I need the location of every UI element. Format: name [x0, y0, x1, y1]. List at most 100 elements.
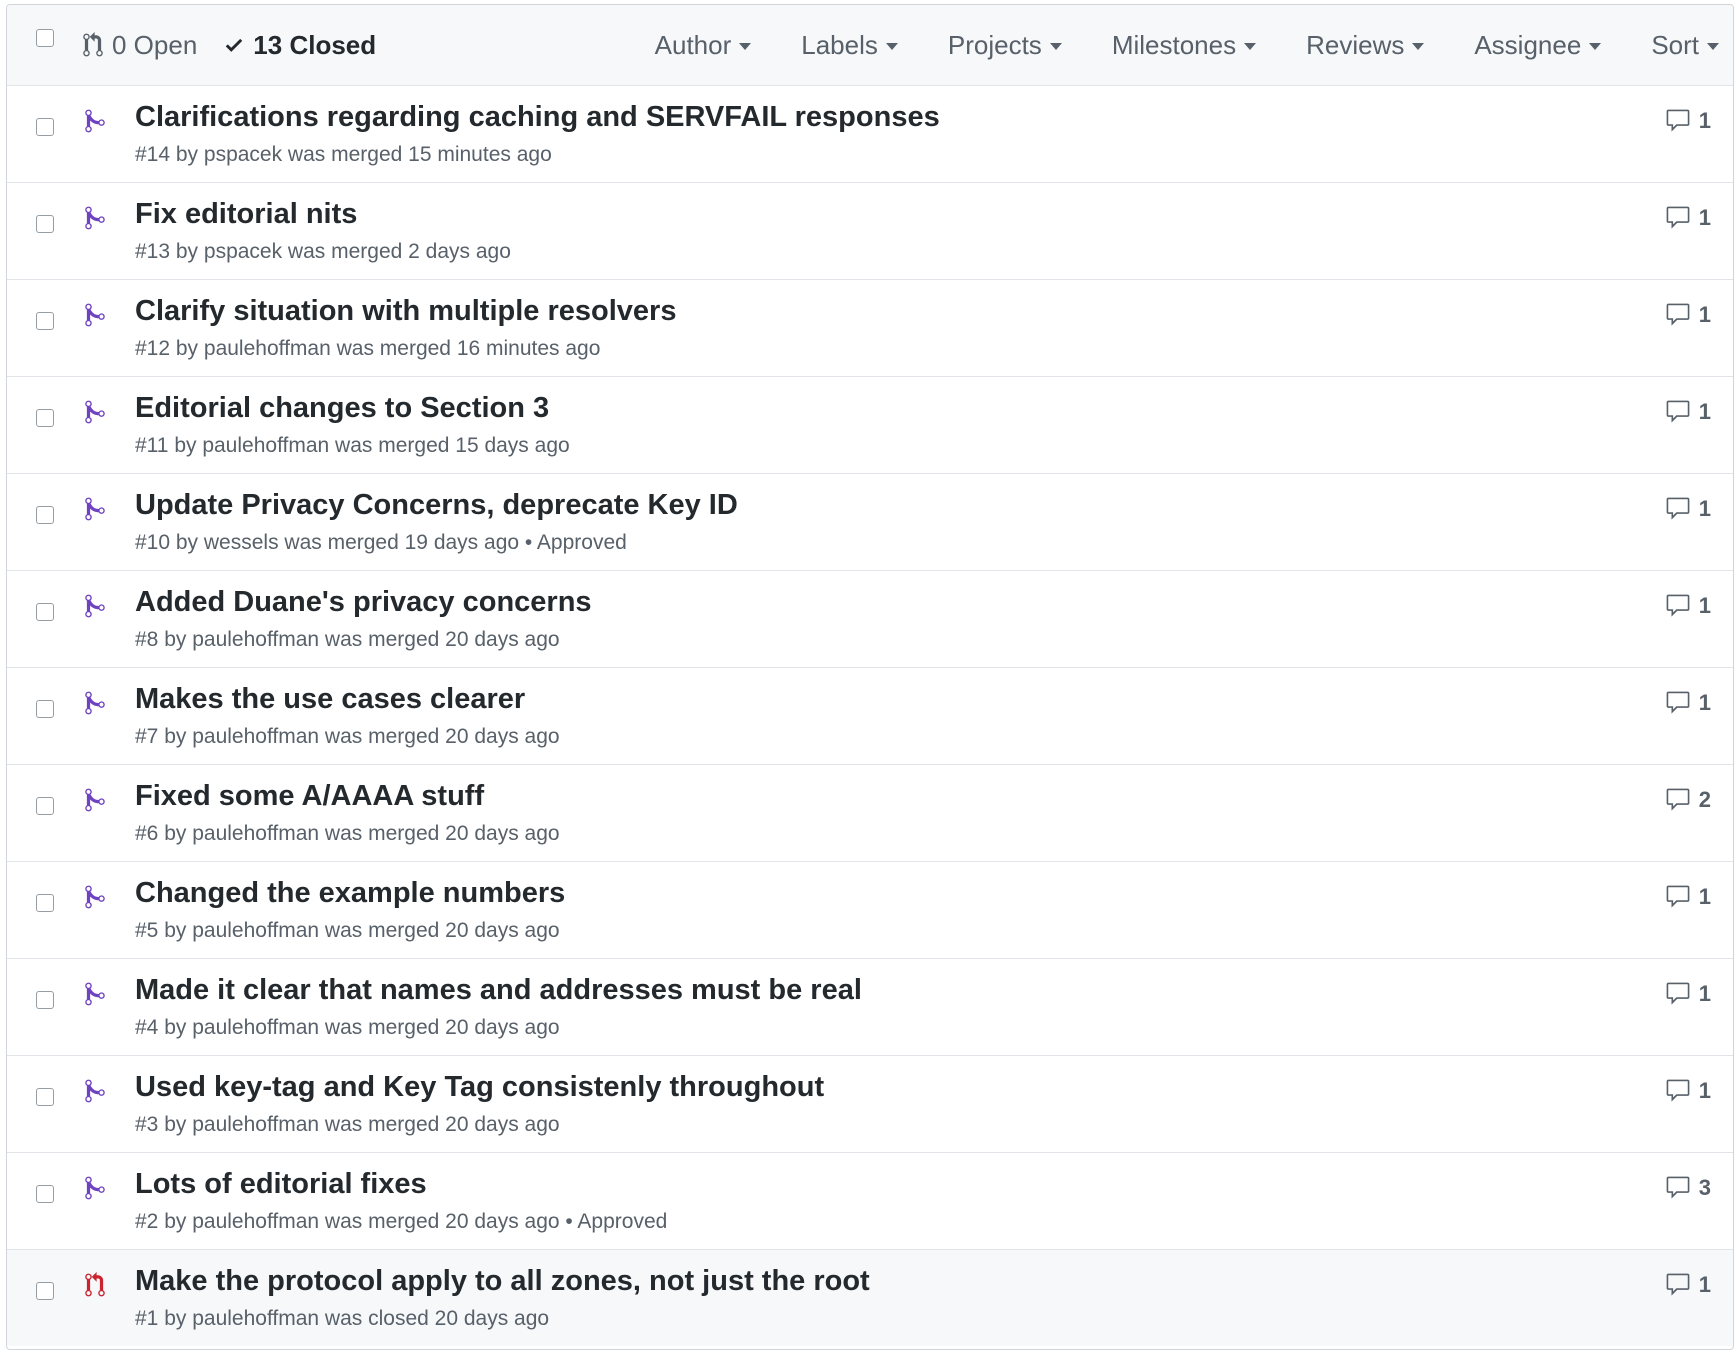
pull-request-title-link[interactable]: Clarify situation with multiple resolver… — [135, 295, 676, 328]
milestones-filter[interactable]: Milestones — [1111, 29, 1257, 61]
comment-count: 1 — [1698, 981, 1711, 1006]
comment-icon — [1666, 594, 1690, 617]
row-checkbox[interactable] — [36, 506, 54, 524]
caret-down-icon — [1049, 43, 1062, 50]
pull-request-row: Makes the use cases clearer #7 by pauleho… — [7, 667, 1733, 764]
comment-count-link[interactable]: 1 — [1665, 496, 1711, 522]
comment-icon — [1666, 400, 1690, 423]
comment-count: 2 — [1698, 787, 1711, 812]
caret-down-icon — [1589, 43, 1602, 50]
labels-filter-label: Labels — [801, 29, 878, 60]
labels-filter[interactable]: Labels — [801, 30, 898, 61]
pull-request-title-link[interactable]: Clarifications regarding caching and SER… — [135, 101, 940, 134]
caret-down-icon — [739, 43, 752, 50]
comment-count-link[interactable]: 1 — [1665, 1272, 1711, 1298]
row-checkbox[interactable] — [36, 215, 54, 233]
merged-icon — [85, 691, 105, 715]
comment-count-link[interactable]: 1 — [1665, 690, 1711, 716]
comment-count-link[interactable]: 1 — [1665, 981, 1711, 1007]
comment-count-link[interactable]: 1 — [1665, 108, 1711, 134]
list-header: 0 Open 13 Closed Author Labels Projects … — [7, 5, 1733, 86]
merged-icon — [85, 497, 105, 521]
comment-count-link[interactable]: 1 — [1665, 302, 1711, 328]
pull-request-title-link[interactable]: Changed the example numbers — [135, 877, 565, 910]
pull-request-row: Clarify situation with multiple resolver… — [7, 279, 1733, 376]
comment-count-link[interactable]: 1 — [1665, 1078, 1711, 1104]
pull-request-title-link[interactable]: Make the protocol apply to all zones, no… — [135, 1265, 870, 1298]
comment-icon — [1666, 109, 1690, 132]
sort-filter-label: Sort — [1651, 29, 1699, 60]
comment-icon — [1666, 788, 1690, 811]
pull-request-meta: #1 by paulehoffman was closed 20 days ag… — [135, 1307, 550, 1330]
pull-request-row: Made it clear that names and addresses m… — [7, 958, 1733, 1055]
assignee-filter-label: Assignee — [1474, 29, 1582, 60]
comment-count-link[interactable]: 3 — [1665, 1175, 1711, 1201]
pull-request-meta: #4 by paulehoffman was merged 20 days ag… — [135, 1016, 560, 1039]
pull-request-title-link[interactable]: Fix editorial nits — [135, 198, 357, 231]
merged-icon — [85, 400, 105, 424]
pull-request-row: Changed the example numbers #5 by pauleho… — [7, 861, 1733, 958]
comment-count-link[interactable]: 1 — [1665, 399, 1711, 425]
caret-down-icon — [885, 43, 898, 50]
merged-icon — [85, 788, 105, 812]
row-checkbox[interactable] — [36, 700, 54, 718]
pull-request-meta: #8 by paulehoffman was merged 20 days ag… — [135, 628, 560, 651]
milestones-filter-label: Milestones — [1111, 29, 1237, 60]
pull-request-title-link[interactable]: Used key-tag and Key Tag consistenly thr… — [135, 1071, 824, 1104]
pull-request-title-link[interactable]: Fixed some A/AAAA stuff — [135, 780, 484, 813]
comment-count: 1 — [1698, 496, 1711, 521]
pull-request-title-link[interactable]: Made it clear that names and addresses m… — [135, 974, 862, 1007]
pull-request-title-link[interactable]: Lots of editorial fixes — [135, 1168, 427, 1201]
pull-request-row: Lots of editorial fixes #2 by paulehoffma… — [7, 1152, 1733, 1249]
author-filter[interactable]: Author — [655, 30, 752, 61]
row-checkbox[interactable] — [36, 603, 54, 621]
select-all-checkbox[interactable] — [36, 29, 54, 47]
row-checkbox[interactable] — [36, 991, 54, 1009]
pull-request-meta: #10 by wessels was merged 19 days ago • … — [135, 531, 627, 554]
filter-bar: Author Labels Projects Milestones Review… — [605, 5, 1719, 85]
projects-filter[interactable]: Projects — [948, 30, 1062, 61]
pull-request-title-link[interactable]: Makes the use cases clearer — [135, 683, 525, 716]
comment-icon — [1666, 1273, 1690, 1296]
row-checkbox[interactable] — [36, 118, 54, 136]
comment-count-link[interactable]: 1 — [1665, 593, 1711, 619]
comment-count: 1 — [1698, 399, 1711, 424]
merged-icon — [85, 1079, 105, 1103]
row-checkbox[interactable] — [36, 797, 54, 815]
comment-icon — [1666, 303, 1690, 326]
row-checkbox[interactable] — [36, 894, 54, 912]
caret-down-icon — [1412, 43, 1425, 50]
comment-icon — [1666, 206, 1690, 229]
comment-icon — [1666, 1176, 1690, 1199]
merged-icon — [85, 109, 105, 133]
comment-count-link[interactable]: 1 — [1665, 884, 1711, 910]
pull-request-title-link[interactable]: Editorial changes to Section 3 — [135, 392, 549, 425]
pull-request-meta: #3 by paulehoffman was merged 20 days ag… — [135, 1113, 560, 1136]
pull-request-row: Editorial changes to Section 3 #11 by pau… — [7, 376, 1733, 473]
row-checkbox[interactable] — [36, 1185, 54, 1203]
comment-count: 1 — [1698, 593, 1711, 618]
row-checkbox[interactable] — [36, 1282, 54, 1300]
comment-count-link[interactable]: 1 — [1665, 205, 1711, 231]
assignee-filter[interactable]: Assignee — [1474, 29, 1602, 61]
comment-count-link[interactable]: 2 — [1665, 787, 1711, 813]
pull-request-title-link[interactable]: Added Duane's privacy concerns — [135, 586, 592, 619]
merged-icon — [85, 982, 105, 1006]
reviews-filter[interactable]: Reviews — [1306, 30, 1425, 61]
comment-icon — [1666, 1079, 1690, 1102]
closed-filter-link[interactable]: 13 Closed — [223, 30, 376, 61]
merged-icon — [85, 885, 105, 909]
pull-request-title-link[interactable]: Update Privacy Concerns, deprecate Key I… — [135, 489, 738, 522]
row-checkbox[interactable] — [36, 1088, 54, 1106]
comment-count: 1 — [1698, 205, 1711, 230]
pull-request-meta: #14 by pspacek was merged 15 minutes ago — [135, 143, 552, 166]
comment-count: 1 — [1698, 302, 1711, 327]
merged-icon — [85, 1176, 105, 1200]
row-checkbox[interactable] — [36, 312, 54, 330]
sort-filter[interactable]: Sort — [1651, 30, 1719, 61]
open-filter-link[interactable]: 0 Open — [82, 30, 197, 61]
comment-icon — [1666, 885, 1690, 908]
pull-request-list: 0 Open 13 Closed Author Labels Projects … — [6, 4, 1734, 1350]
pull-request-row: Fixed some A/AAAA stuff #6 by paulehoffma… — [7, 764, 1733, 861]
row-checkbox[interactable] — [36, 409, 54, 427]
